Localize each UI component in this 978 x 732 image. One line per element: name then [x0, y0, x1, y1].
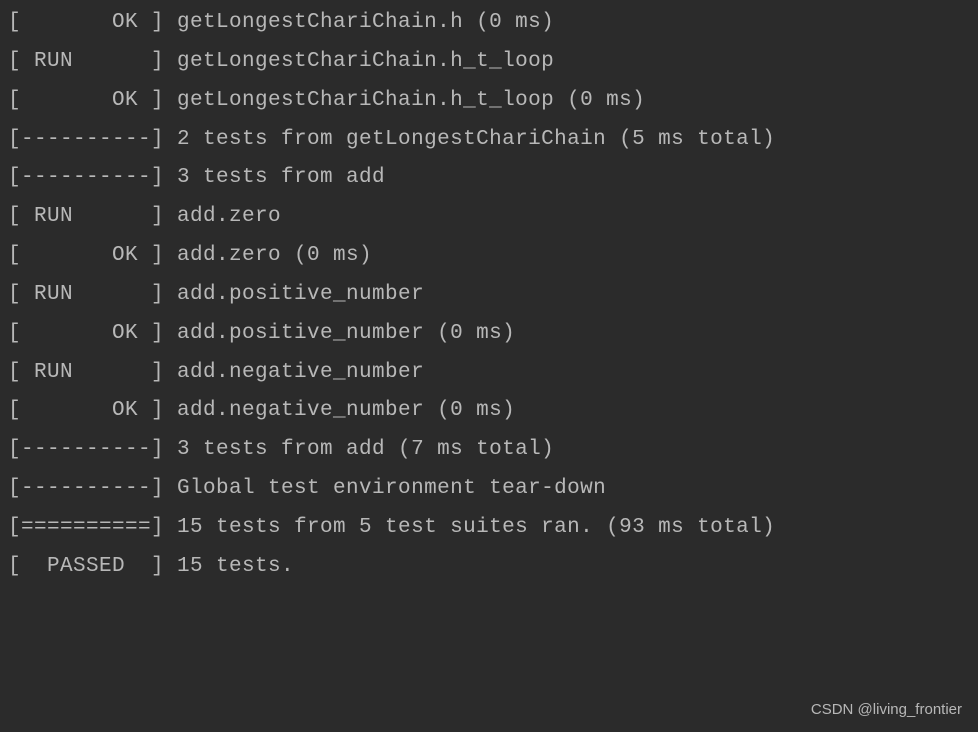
test-ok-line: [ OK ] getLongestChariChain.h_t_loop (0 … [8, 82, 970, 121]
terminal-output: [ OK ] getLongestChariChain.h (0 ms) [ R… [8, 4, 970, 587]
test-run-line: [ RUN ] add.positive_number [8, 276, 970, 315]
test-ok-line: [ OK ] add.negative_number (0 ms) [8, 392, 970, 431]
test-suite-header: [----------] 3 tests from add [8, 159, 970, 198]
test-summary-line: [----------] 2 tests from getLongestChar… [8, 121, 970, 160]
passed-line: [ PASSED ] 15 tests. [8, 548, 970, 587]
watermark-text: CSDN @living_frontier [811, 696, 962, 724]
test-run-line: [ RUN ] add.zero [8, 198, 970, 237]
test-run-line: [ RUN ] getLongestChariChain.h_t_loop [8, 43, 970, 82]
test-ok-line: [ OK ] add.positive_number (0 ms) [8, 315, 970, 354]
test-ok-line: [ OK ] add.zero (0 ms) [8, 237, 970, 276]
test-summary-line: [----------] 3 tests from add (7 ms tota… [8, 431, 970, 470]
test-run-line: [ RUN ] add.negative_number [8, 354, 970, 393]
test-ok-line: [ OK ] getLongestChariChain.h (0 ms) [8, 4, 970, 43]
total-summary-line: [==========] 15 tests from 5 test suites… [8, 509, 970, 548]
teardown-line: [----------] Global test environment tea… [8, 470, 970, 509]
